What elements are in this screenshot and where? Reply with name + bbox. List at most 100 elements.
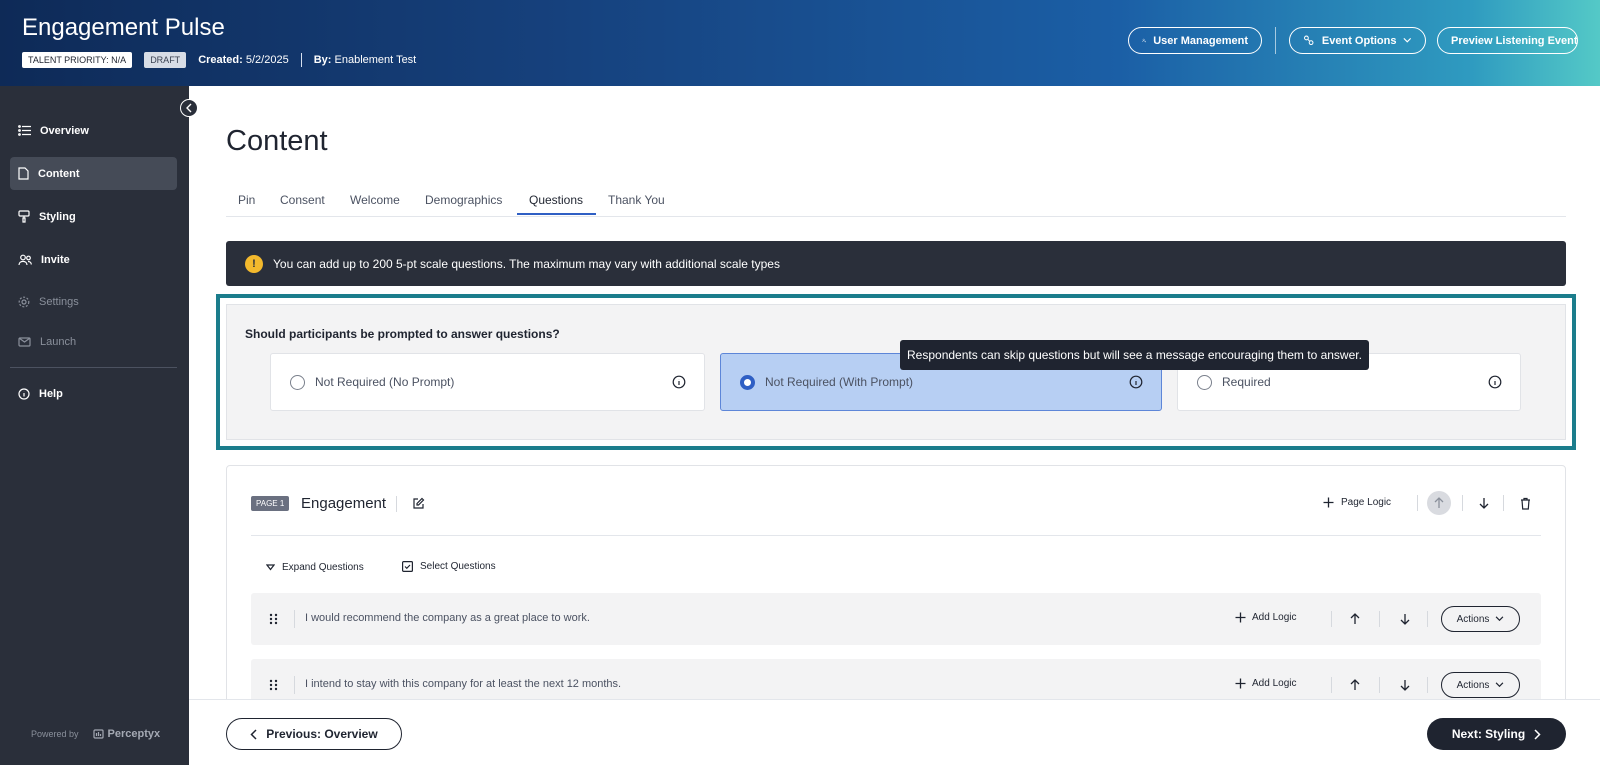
info-icon[interactable] (672, 375, 686, 389)
tab-pin[interactable]: Pin (238, 193, 255, 207)
move-question-up-button[interactable] (1349, 678, 1361, 692)
info-icon[interactable] (1488, 375, 1502, 389)
question-text: I would recommend the company as a great… (305, 612, 590, 624)
warning-icon: ! (245, 254, 263, 273)
sidebar-item-overview[interactable]: Overview (10, 114, 177, 147)
radio-button[interactable] (1197, 374, 1212, 390)
page-logic-button[interactable]: Page Logic (1323, 497, 1391, 508)
expand-questions-button[interactable]: Expand Questions (266, 562, 364, 573)
document-icon (18, 167, 29, 180)
created-info: Created: 5/2/2025 (198, 54, 289, 66)
divider (1427, 677, 1428, 693)
actions-label: Actions (1456, 613, 1490, 625)
sidebar-item-settings: Settings (10, 285, 177, 318)
tooltip: Respondents can skip questions but will … (900, 340, 1369, 370)
next-button[interactable]: Next: Styling (1427, 718, 1566, 750)
by-label: By: (313, 54, 332, 66)
tab-welcome[interactable]: Welcome (350, 193, 400, 207)
sidebar-item-help[interactable]: Help (10, 377, 177, 410)
divider (1379, 677, 1380, 693)
move-question-down-button[interactable] (1399, 612, 1411, 626)
previous-button[interactable]: Previous: Overview (226, 718, 402, 750)
paint-icon (18, 210, 30, 223)
meta-divider (300, 53, 302, 67)
move-page-up-button[interactable] (1427, 491, 1451, 515)
tab-demographics[interactable]: Demographics (425, 193, 502, 207)
author-name: Enablement Test (334, 54, 417, 66)
author-info: By: Enablement Test (314, 54, 417, 66)
page-badge: PAGE 1 (251, 496, 290, 511)
trash-icon (1520, 497, 1530, 510)
option-not-required-no-prompt[interactable]: Not Required (No Prompt) (270, 353, 705, 411)
page-name: Engagement (301, 495, 387, 512)
users-icon (18, 254, 32, 265)
settings-sliders-icon (1304, 35, 1314, 46)
divider (1331, 677, 1332, 693)
sidebar-item-styling[interactable]: Styling (10, 200, 177, 233)
option-label: Required (1222, 375, 1271, 389)
tab-thank-you[interactable]: Thank You (608, 193, 665, 207)
edit-page-button[interactable] (411, 496, 425, 510)
delete-page-button[interactable] (1519, 496, 1531, 510)
created-label: Created: (198, 54, 243, 66)
info-banner: ! You can add up to 200 5-pt scale quest… (226, 241, 1566, 286)
divider (1379, 611, 1380, 627)
next-label: Next: Styling (1451, 727, 1526, 741)
divider (1417, 495, 1418, 511)
question-row[interactable]: I would recommend the company as a great… (251, 593, 1541, 645)
active-tab-indicator (517, 213, 596, 215)
add-logic-button[interactable]: Add Logic (1235, 612, 1296, 623)
header-divider (1275, 27, 1276, 54)
sidebar-item-label: Content (38, 167, 80, 180)
sidebar-item-label: Launch (40, 335, 77, 348)
info-icon[interactable] (1129, 375, 1143, 389)
move-question-down-button[interactable] (1399, 678, 1411, 692)
plus-icon (1235, 612, 1246, 623)
add-logic-button[interactable]: Add Logic (1235, 678, 1296, 689)
sidebar-divider (10, 367, 177, 368)
checkbox-icon (402, 561, 413, 572)
arrow-up-icon (1434, 497, 1444, 508)
select-questions-button[interactable]: Select Questions (402, 561, 496, 572)
drag-handle-icon[interactable] (269, 613, 278, 625)
caret-down-icon (266, 564, 275, 571)
expand-questions-label: Expand Questions (282, 562, 364, 573)
radio-button[interactable] (290, 374, 305, 390)
sidebar-item-label: Styling (39, 210, 76, 223)
tab-consent[interactable]: Consent (280, 193, 325, 207)
actions-dropdown[interactable]: Actions (1441, 606, 1520, 632)
divider (294, 676, 295, 694)
talent-priority-badge: TALENT PRIORITY: N/A (22, 52, 133, 68)
sidebar-item-label: Invite (41, 253, 70, 266)
sidebar-item-label: Settings (39, 295, 79, 308)
tab-questions[interactable]: Questions (529, 193, 583, 207)
created-date: 5/2/2025 (245, 54, 289, 66)
powered-by: Powered by Perceptyx (31, 728, 160, 740)
event-meta: TALENT PRIORITY: N/A DRAFT Created: 5/2/… (22, 52, 416, 68)
add-logic-label: Add Logic (1252, 612, 1297, 623)
pencil-icon (412, 497, 424, 509)
preview-listening-event-button[interactable]: Preview Listening Event (1437, 27, 1578, 54)
sidebar-collapse-button[interactable] (180, 99, 198, 117)
previous-label: Previous: Overview (266, 727, 378, 741)
prompt-question: Should participants be prompted to answe… (245, 327, 560, 341)
plus-icon (1235, 678, 1246, 689)
move-page-down-button[interactable] (1478, 496, 1490, 510)
banner-text: You can add up to 200 5-pt scale questio… (273, 256, 780, 271)
radio-button-selected[interactable] (740, 374, 755, 390)
gear-icon (18, 296, 30, 307)
divider (1427, 611, 1428, 627)
event-options-button[interactable]: Event Options (1289, 27, 1426, 54)
user-cog-icon (1142, 38, 1146, 43)
chevron-down-icon (1403, 37, 1412, 43)
sidebar-item-invite[interactable]: Invite (10, 243, 177, 276)
sidebar-item-content[interactable]: Content (10, 157, 177, 190)
page-header-divider (251, 535, 1541, 536)
chevron-right-icon (1534, 728, 1541, 740)
arrow-down-icon (1479, 498, 1489, 509)
user-management-button[interactable]: User Management (1128, 27, 1262, 54)
actions-dropdown[interactable]: Actions (1441, 672, 1520, 698)
move-question-up-button[interactable] (1349, 612, 1361, 626)
app-header: Engagement Pulse TALENT PRIORITY: N/A DR… (0, 0, 1600, 86)
drag-handle-icon[interactable] (269, 679, 278, 691)
